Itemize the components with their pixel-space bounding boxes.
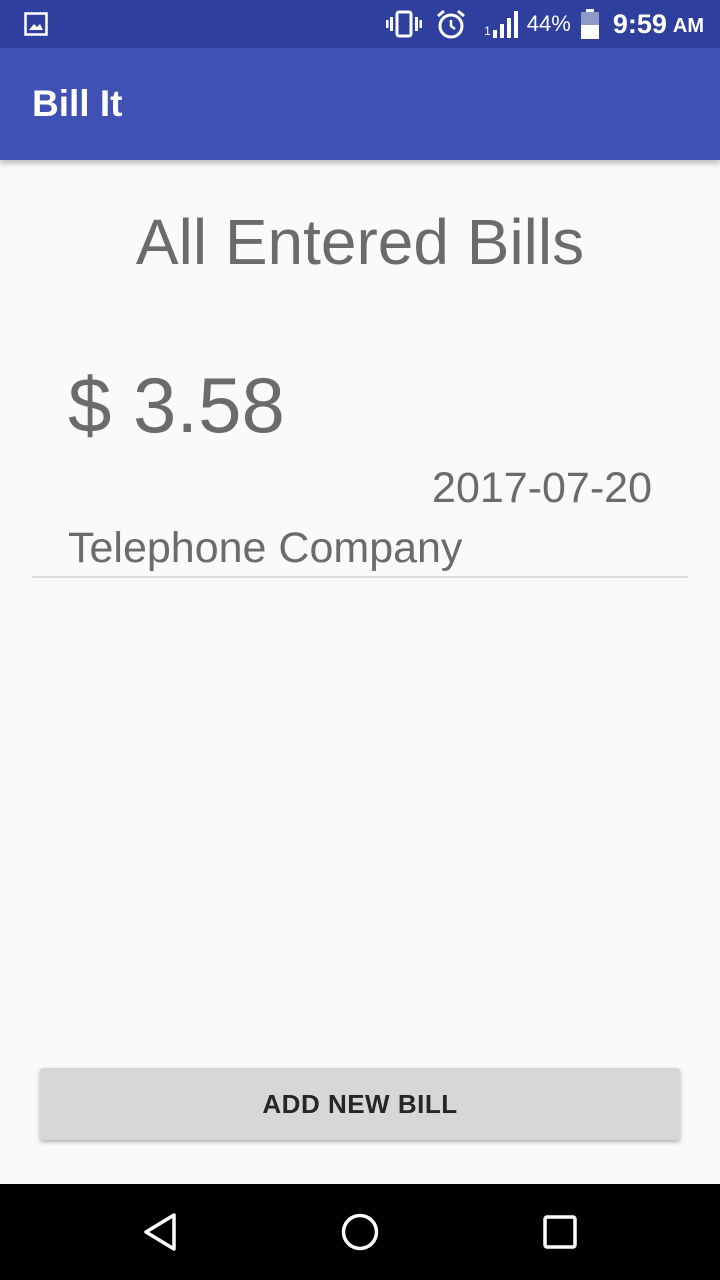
add-new-bill-label: ADD NEW BILL xyxy=(262,1088,458,1119)
vibrate-icon xyxy=(386,10,423,38)
back-icon[interactable] xyxy=(140,1212,180,1252)
home-icon[interactable] xyxy=(340,1212,380,1252)
image-icon xyxy=(24,12,48,36)
navigation-bar xyxy=(0,1184,720,1280)
signal-label: 1 xyxy=(484,24,491,38)
page-title: All Entered Bills xyxy=(135,206,585,278)
signal-icon: 1 xyxy=(484,10,519,38)
alarm-icon xyxy=(436,9,466,39)
bill-amount: $ 3.58 xyxy=(68,361,285,449)
add-new-bill-button[interactable]: ADD NEW BILL xyxy=(40,1068,680,1140)
app-bar: Bill It xyxy=(0,48,720,160)
bill-company: Telephone Company xyxy=(68,524,463,572)
bill-list-item[interactable]: $ 3.58 2017-07-20 Telephone Company xyxy=(32,350,688,578)
status-bar: 1 44% 9:59 AM xyxy=(0,0,720,48)
battery-percent: 44% xyxy=(526,11,571,36)
recents-icon[interactable] xyxy=(540,1212,580,1252)
clock-time: 9:59 xyxy=(612,8,667,39)
clock-ampm: AM xyxy=(672,14,704,37)
battery-icon xyxy=(580,9,599,39)
app-title: Bill It xyxy=(32,83,123,124)
bill-date: 2017-07-20 xyxy=(432,464,652,512)
